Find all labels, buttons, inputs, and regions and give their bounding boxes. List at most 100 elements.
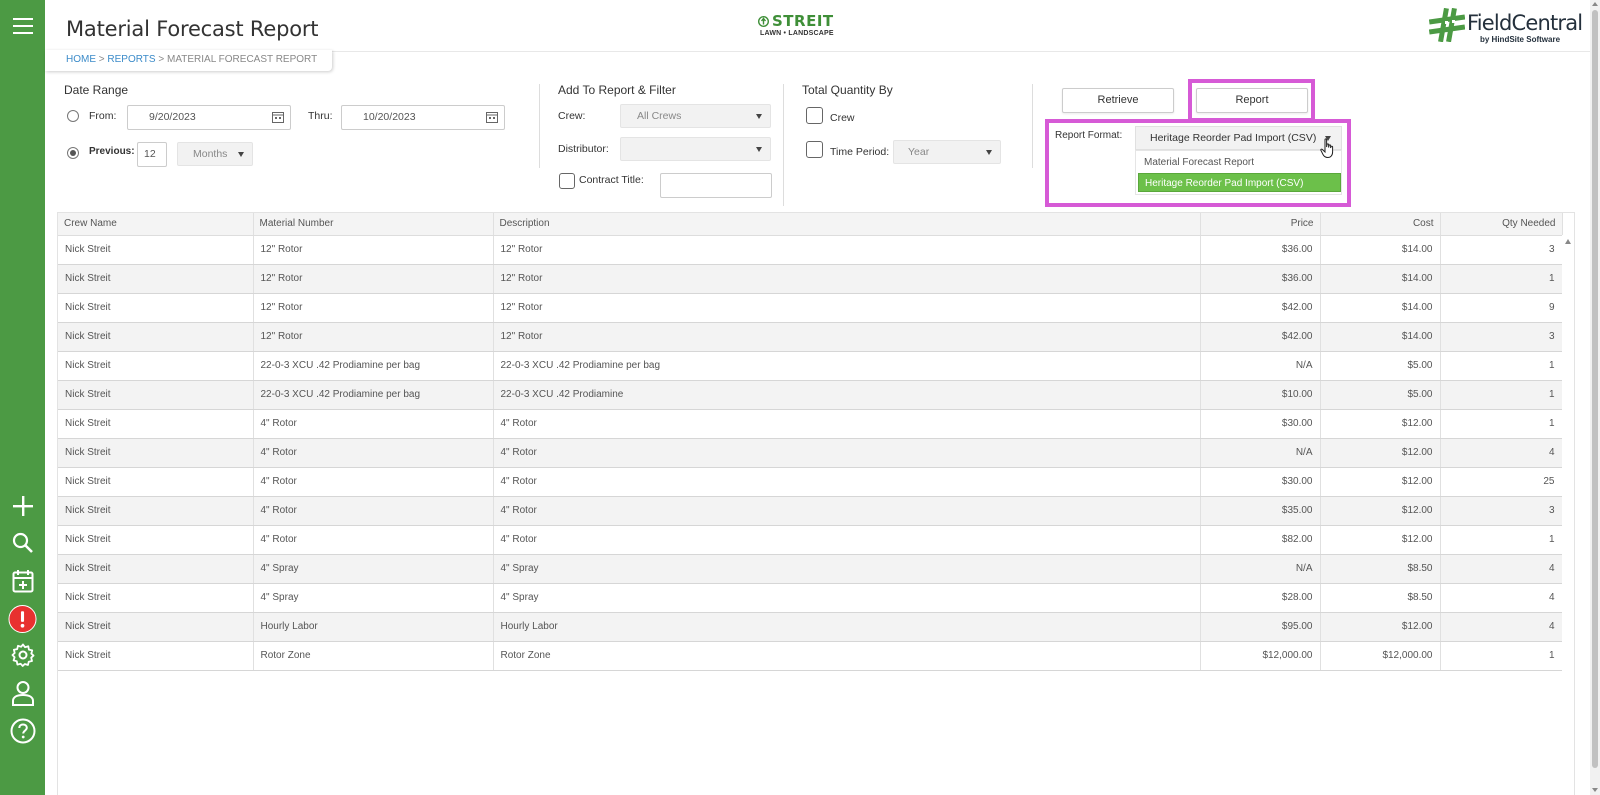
cell-cost: $14.00 (1320, 322, 1441, 352)
cell-cost: $12.00 (1320, 438, 1441, 468)
report-button[interactable]: Report (1196, 88, 1308, 113)
from-date-input[interactable]: 9/20/2023 (127, 105, 291, 130)
cell-crew-name: Nick Streit (58, 554, 254, 584)
column-header-material-number[interactable]: Material Number (253, 213, 494, 236)
table-row[interactable]: Nick Streit 4" Spray 4" Spray N/A $8.50 4 (58, 554, 1563, 584)
table-row[interactable]: Nick Streit 4" Rotor 4" Rotor $82.00 $12.00 1 (58, 525, 1563, 555)
crew-label: Crew: (558, 110, 586, 122)
table-row[interactable]: Nick Streit 4" Rotor 4" Rotor $30.00 $12.00 2… (58, 467, 1563, 497)
cell-crew-name: Nick Streit (58, 293, 254, 323)
thru-label: Thru: (308, 110, 333, 122)
cell-description: 4" Rotor (493, 496, 1201, 526)
cell-qty-needed: 25 (1440, 467, 1563, 497)
scroll-up-icon[interactable] (1592, 2, 1598, 6)
cell-material-number: 12" Rotor (253, 264, 494, 294)
cell-price: $36.00 (1200, 235, 1321, 265)
page-scrollbar[interactable] (1590, 0, 1600, 795)
alert-icon[interactable] (8, 604, 37, 633)
column-header-price[interactable]: Price (1200, 213, 1321, 236)
cell-material-number: 4" Rotor (253, 496, 494, 526)
cell-description: Hourly Labor (493, 612, 1201, 642)
brand-logo-name: FieldCentral (1467, 11, 1583, 35)
menu-icon[interactable] (8, 11, 37, 40)
table-header-row: Crew Name Material Number Description Pr… (58, 213, 1563, 236)
cell-price: $95.00 (1200, 612, 1321, 642)
cell-price: $82.00 (1200, 525, 1321, 555)
table-row[interactable]: Nick Streit 12" Rotor 12" Rotor $42.00 $14.0… (58, 322, 1563, 352)
calendar-icon[interactable] (486, 111, 498, 123)
table-row[interactable]: Nick Streit 22-0-3 XCU .42 Prodiamine per… (58, 351, 1563, 381)
column-header-crew-name[interactable]: Crew Name (58, 213, 254, 236)
breadcrumb-home-link[interactable]: HOME (66, 54, 96, 65)
crew-select[interactable]: All Crews (620, 104, 771, 128)
cell-material-number: 12" Rotor (253, 322, 494, 352)
cell-qty-needed: 3 (1440, 496, 1563, 526)
table-row[interactable]: Nick Streit 22-0-3 XCU .42 Prodiamine per… (58, 380, 1563, 410)
table-row[interactable]: Nick Streit 12" Rotor 12" Rotor $36.00 $14.0… (58, 235, 1563, 265)
cell-qty-needed: 1 (1440, 641, 1563, 671)
cell-cost: $5.00 (1320, 351, 1441, 381)
retrieve-button[interactable]: Retrieve (1062, 88, 1174, 113)
table-row[interactable]: Nick Streit Hourly Labor Hourly Labor $95.0… (58, 612, 1563, 642)
table-row[interactable]: Nick Streit 4" Rotor 4" Rotor N/A $12.00 4 (58, 438, 1563, 468)
cell-description: 22-0-3 XCU .42 Prodiamine per bag (493, 351, 1201, 381)
fieldcentral-mark-icon (1429, 8, 1465, 42)
chevron-down-icon (986, 150, 992, 155)
column-header-cost[interactable]: Cost (1320, 213, 1441, 236)
previous-radio[interactable] (67, 147, 79, 159)
calendar-icon[interactable] (272, 111, 284, 123)
thru-date-input[interactable]: 10/20/2023 (341, 105, 505, 130)
table-row[interactable]: Nick Streit Rotor Zone Rotor Zone $12,000.0… (58, 641, 1563, 671)
page-scrollbar-thumb[interactable] (1592, 10, 1598, 768)
date-range-title: Date Range (64, 83, 129, 97)
cell-cost: $12.00 (1320, 525, 1441, 555)
calendar-icon[interactable] (8, 566, 37, 595)
filter-title: Add To Report & Filter (558, 83, 676, 97)
report-format-dropdown: Material Forecast Report Heritage Reorde… (1135, 150, 1342, 195)
search-icon[interactable] (8, 528, 37, 557)
time-period-checkbox[interactable] (806, 141, 823, 158)
chevron-down-icon (756, 114, 762, 119)
breadcrumb-separator: > (98, 54, 105, 65)
period-select[interactable]: Months (177, 142, 253, 166)
gear-icon[interactable] (8, 640, 37, 669)
table-row[interactable]: Nick Streit 4" Spray 4" Spray $28.00 $8.50 4 (58, 583, 1563, 613)
cell-material-number: 4" Spray (253, 583, 494, 613)
distributor-select[interactable] (620, 137, 771, 161)
report-format-value: Heritage Reorder Pad Import (CSV) (1150, 132, 1317, 144)
plus-icon[interactable] (8, 491, 37, 520)
from-radio[interactable] (67, 110, 79, 122)
scroll-down-icon[interactable] (1592, 788, 1598, 792)
table-row[interactable]: Nick Streit 4" Rotor 4" Rotor $30.00 $12.00 1 (58, 409, 1563, 439)
help-icon[interactable] (8, 716, 37, 745)
table-row[interactable]: Nick Streit 4" Rotor 4" Rotor $35.00 $12.00 3 (58, 496, 1563, 526)
company-logo: STREIT LAWN • LANDSCAPE (758, 12, 848, 42)
table-row[interactable]: Nick Streit 12" Rotor 12" Rotor $42.00 $14.0… (58, 293, 1563, 323)
header: Material Forecast Report STREIT LAWN • L… (45, 0, 1590, 52)
cell-cost: $8.50 (1320, 554, 1441, 584)
crew-checkbox[interactable] (806, 107, 823, 124)
table-row[interactable]: Nick Streit 12" Rotor 12" Rotor $36.00 $14.0… (58, 264, 1563, 294)
column-header-description[interactable]: Description (493, 213, 1201, 236)
scroll-up-icon[interactable] (1565, 239, 1571, 244)
format-option-heritage-csv[interactable]: Heritage Reorder Pad Import (CSV) (1138, 173, 1341, 192)
previous-count-input[interactable]: 12 (137, 142, 167, 167)
section-divider (783, 84, 784, 206)
sidebar (0, 0, 45, 795)
cell-description: 4" Rotor (493, 438, 1201, 468)
time-period-select[interactable]: Year (893, 140, 1001, 164)
breadcrumb-current: MATERIAL FORECAST REPORT (166, 54, 318, 65)
streit-leaf-icon (758, 15, 769, 27)
report-format-select[interactable]: Heritage Reorder Pad Import (CSV) (1135, 126, 1342, 150)
table-scrollbar[interactable] (1562, 235, 1574, 795)
column-header-qty-needed[interactable]: Qty Needed (1440, 213, 1563, 236)
section-divider (1032, 84, 1033, 168)
cell-cost: $12.00 (1320, 409, 1441, 439)
contract-title-checkbox[interactable] (559, 173, 575, 189)
user-icon[interactable] (8, 678, 37, 707)
format-option-material-forecast[interactable]: Material Forecast Report (1138, 153, 1341, 172)
contract-title-input[interactable] (660, 173, 772, 198)
cell-qty-needed: 3 (1440, 322, 1563, 352)
cell-description: 12" Rotor (493, 293, 1201, 323)
breadcrumb-reports-link[interactable]: REPORTS (107, 54, 155, 65)
